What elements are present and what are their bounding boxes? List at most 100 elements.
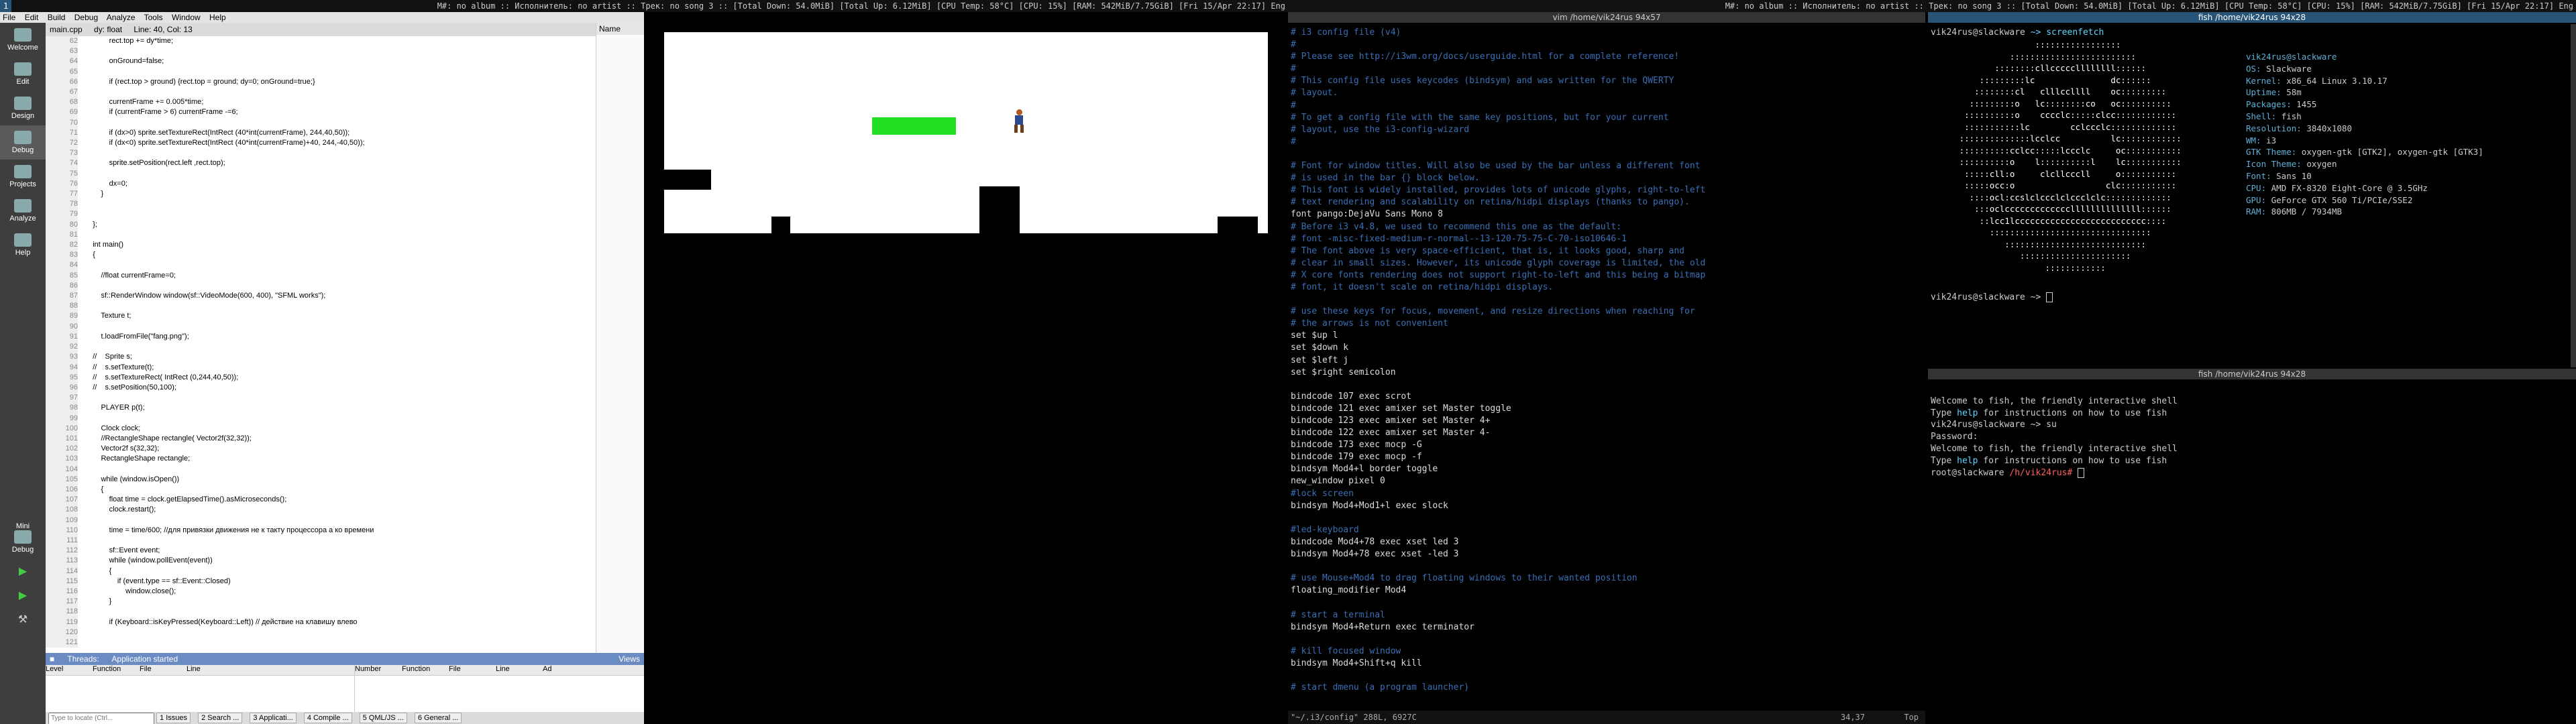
prompt-command: ~> screenfetch: [2025, 27, 2104, 38]
tab-issues[interactable]: 1 Issues: [156, 713, 191, 723]
debug-icon: [14, 131, 32, 144]
output-line: Type: [1931, 455, 1957, 466]
line-number: 100: [65, 424, 78, 432]
vim-line: [1291, 294, 1923, 306]
line-number: 109: [65, 516, 78, 524]
mode-projects[interactable]: Projects: [0, 160, 46, 194]
info-value: x86_64 Linux 3.10.17: [2286, 75, 2387, 86]
outline-panel: Name: [596, 23, 644, 653]
fish-terminal-top[interactable]: fish /home/vik24rus 94x28 vik24rus@slack…: [1928, 12, 2576, 367]
line-number: 116: [66, 587, 78, 595]
menu-tools[interactable]: Tools: [144, 13, 163, 22]
line-number: 96: [69, 383, 78, 391]
tab-qml[interactable]: 5 QML/JS ...: [359, 713, 407, 723]
mode-label: Design: [11, 112, 35, 120]
menu-window[interactable]: Window: [172, 13, 201, 22]
kit-label: Mini: [15, 522, 30, 530]
locator-input[interactable]: [48, 712, 154, 724]
scrollbar[interactable]: [2571, 24, 2576, 367]
vim-line: [1291, 634, 1923, 646]
file-tab[interactable]: main.cpp: [50, 25, 83, 34]
output-line: Welcome to fish, the friendly interactiv…: [1931, 443, 2178, 454]
info-row: Font: Sans 10: [2246, 170, 2483, 182]
col-function: Function: [93, 665, 121, 673]
fish-terminal-bottom[interactable]: fish /home/vik24rus 94x28 Welcome to fis…: [1928, 369, 2576, 724]
help-icon: [14, 233, 32, 247]
code-editor[interactable]: main.cpp dy: float Line: 40, Col: 13 62 6…: [46, 23, 596, 653]
vim-line: new_window pixel 0: [1291, 476, 1385, 487]
tab-general[interactable]: 6 General ...: [414, 713, 462, 723]
workspace-button[interactable]: 1: [0, 0, 12, 12]
kit-selector[interactable]: Mini Debug: [0, 517, 46, 559]
info-value: vik24rus@slackware: [2246, 52, 2337, 62]
welcome-icon: [14, 28, 32, 42]
terminal-output: Welcome to fish, the friendly interactiv…: [1931, 383, 2178, 491]
menu-build[interactable]: Build: [48, 13, 66, 22]
monitor-icon: [14, 530, 32, 544]
vim-line: set $down k: [1291, 343, 1349, 353]
ground-bump: [771, 217, 790, 233]
code-area[interactable]: 62 63 64 65 66 67 68 69 70 71 72 73 74 75 76 77 78 79 80 81…: [46, 36, 596, 653]
vim-buffer[interactable]: # i3 config file (v4) # # Please see http:…: [1291, 27, 1923, 694]
current-prompt[interactable]: vik24rus@slackware ~>: [1931, 292, 2053, 302]
menu-debug[interactable]: Debug: [74, 13, 98, 22]
cursor-position: Line: 40, Col: 13: [133, 25, 193, 34]
line-number: 97: [69, 394, 78, 402]
info-row: Packages: 1455: [2246, 99, 2483, 111]
stack-pane: Level Function File Line: [46, 665, 355, 712]
hammer-icon: ⚒: [17, 614, 28, 625]
vim-line: bindcode 122 exec amixer set Master 4-: [1291, 428, 1491, 438]
stop-icon[interactable]: ■: [50, 654, 54, 664]
info-key: OS:: [2246, 63, 2267, 74]
vim-line: # layout.: [1291, 88, 1338, 99]
cursor: [2046, 292, 2053, 302]
line-number: 88: [69, 302, 78, 310]
vim-line: # Please see http://i3wm.org/docs/usergu…: [1291, 52, 1680, 62]
mode-help[interactable]: Help: [0, 228, 46, 262]
mode-debug[interactable]: Debug: [0, 125, 46, 160]
sfml-game-window[interactable]: [644, 12, 1288, 275]
menu-file[interactable]: File: [3, 13, 15, 22]
line-number: 114: [66, 566, 78, 575]
qt-creator-window: File Edit Build Debug Analyze Tools Wind…: [0, 12, 644, 724]
col-line: Line: [496, 665, 510, 673]
mode-design[interactable]: Design: [0, 91, 46, 125]
vim-line: # use these keys for focus, movement, an…: [1291, 306, 1695, 317]
source-text[interactable]: rect.top += dy*time; onGround=false; if …: [85, 36, 596, 627]
line-number: 113: [66, 556, 78, 565]
info-row: CPU: AMD FX-8320 Eight-Core @ 3.5GHz: [2246, 182, 2483, 194]
menu-help[interactable]: Help: [209, 13, 226, 22]
info-value: 3840x1080: [2306, 123, 2353, 133]
debug-run-button[interactable]: ▶: [0, 583, 46, 607]
mode-label: Welcome: [7, 44, 38, 52]
vim-line: floating_modifier Mod4: [1291, 585, 1407, 596]
green-platform: [872, 117, 956, 135]
info-key: CPU:: [2246, 182, 2271, 193]
info-value: Slackware: [2266, 63, 2312, 74]
vim-terminal[interactable]: vim /home/vik24rus 94x57 # i3 config fil…: [1288, 12, 1925, 724]
threads-label: Threads:: [67, 654, 99, 664]
analyze-icon: [14, 199, 32, 213]
info-value: i3: [2266, 135, 2277, 145]
build-button[interactable]: ⚒: [0, 607, 46, 631]
symbol-combo[interactable]: dy: float: [94, 25, 122, 34]
info-value: 58m: [2286, 87, 2302, 98]
mode-welcome[interactable]: Welcome: [0, 23, 46, 57]
menu-analyze[interactable]: Analyze: [107, 13, 136, 22]
tab-application[interactable]: 3 Applicati...: [250, 713, 297, 723]
menu-edit[interactable]: Edit: [25, 13, 39, 22]
mode-edit[interactable]: Edit: [0, 57, 46, 91]
tab-compile[interactable]: 4 Compile ...: [303, 713, 352, 723]
vim-line: # is used in the bar {} block below.: [1291, 173, 1480, 184]
views-button[interactable]: Views: [619, 653, 640, 665]
info-row: Kernel: x86_64 Linux 3.10.17: [2246, 75, 2483, 87]
tab-search[interactable]: 2 Search ...: [198, 713, 243, 723]
mode-analyze[interactable]: Analyze: [0, 194, 46, 228]
stack-header: Level Function File Line: [46, 665, 354, 676]
vim-line: # This font is widely installed, provide…: [1291, 185, 1706, 196]
status-line: M#: no album :: Исполнитель: no artist :…: [437, 1, 1285, 11]
info-row: Shell: fish: [2246, 111, 2483, 123]
run-button[interactable]: ▶: [0, 559, 46, 583]
output-line: Welcome to fish, the friendly interactiv…: [1931, 396, 2178, 406]
line-number: 115: [66, 577, 78, 585]
